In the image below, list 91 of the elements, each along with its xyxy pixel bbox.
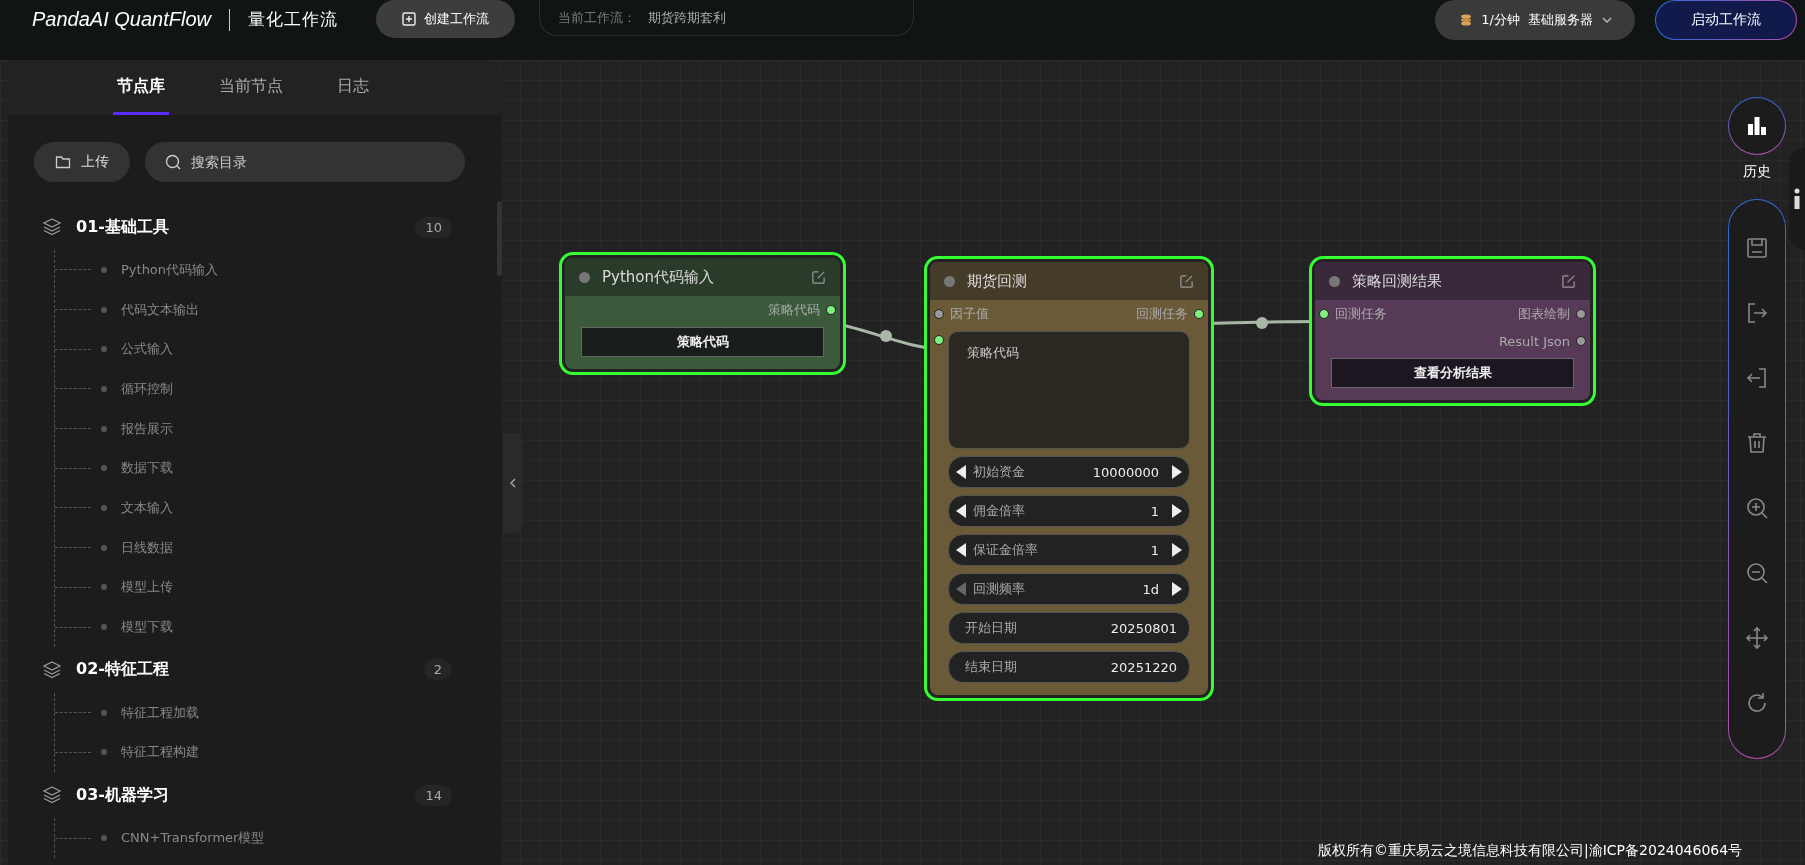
- output-port[interactable]: [1194, 309, 1204, 319]
- app-title: 量化工作流: [248, 8, 338, 31]
- sidebar-tab[interactable]: 日志: [333, 60, 373, 115]
- edit-icon[interactable]: [811, 269, 826, 285]
- current-workflow-label: 当前工作流：: [558, 8, 636, 27]
- search-icon: [165, 154, 181, 170]
- node-action-button[interactable]: 策略代码: [581, 327, 824, 357]
- edit-icon[interactable]: [1179, 273, 1194, 289]
- node-library-item[interactable]: 代码文本输出: [121, 300, 199, 319]
- status-dot: [944, 275, 955, 287]
- server-select[interactable]: 1/分钟 基础服务器: [1435, 0, 1635, 40]
- port-label: 回测任务: [1335, 305, 1387, 323]
- zoom-in-icon[interactable]: [1745, 496, 1769, 520]
- category-title[interactable]: 03-机器学习: [76, 784, 169, 806]
- search-field[interactable]: 搜索目录: [145, 142, 465, 182]
- edit-icon[interactable]: [1561, 273, 1576, 289]
- bar-chart-icon: [1746, 115, 1768, 137]
- move-icon[interactable]: [1745, 626, 1769, 650]
- node-library-item[interactable]: 模型下载: [121, 618, 173, 637]
- start-workflow-button[interactable]: 启动工作流: [1655, 0, 1797, 40]
- current-workflow-name: 期货跨期套利: [648, 8, 726, 27]
- port-label: 策略代码: [768, 301, 820, 319]
- category-title[interactable]: 01-基础工具: [76, 216, 169, 238]
- folder-icon: [55, 154, 71, 170]
- plus-square-icon: [402, 12, 416, 26]
- node-title: 期货回测: [967, 271, 1028, 291]
- app-logo: PandaAI QuantFlow: [32, 8, 211, 31]
- node-library-item[interactable]: 特征工程构建: [121, 743, 199, 762]
- zoom-out-icon[interactable]: [1745, 561, 1769, 585]
- node-library-item[interactable]: 文本输入: [121, 498, 173, 517]
- status-dot: [579, 271, 590, 283]
- node-title: Python代码输入: [602, 267, 715, 287]
- node-library-item[interactable]: 模型上传: [121, 578, 173, 597]
- output-port[interactable]: [1576, 336, 1586, 346]
- copyright-text: 版权所有©重庆易云之境信息科技有限公司|渝ICP备2024046064号: [1318, 842, 1743, 860]
- current-workflow-field[interactable]: 当前工作流： 期货跨期套利: [539, 0, 914, 36]
- code-text-area[interactable]: 策略代码: [948, 331, 1190, 449]
- count-badge: 14: [415, 784, 452, 806]
- layers-icon: [42, 659, 62, 680]
- layers-icon: [42, 785, 62, 806]
- sidebar-tab[interactable]: 节点库: [113, 60, 169, 115]
- input-port[interactable]: [934, 335, 944, 345]
- node-library-item[interactable]: 日线数据: [121, 538, 173, 557]
- node-library-item[interactable]: CNN+Transformer模型: [121, 829, 265, 848]
- increment-arrow-icon[interactable]: [1171, 503, 1183, 519]
- text-field[interactable]: 结束日期 20251220: [948, 651, 1190, 683]
- output-port[interactable]: [1576, 309, 1586, 319]
- create-workflow-button[interactable]: 创建工作流: [376, 0, 515, 38]
- number-stepper[interactable]: 佣金倍率 1: [948, 495, 1190, 527]
- coins-icon: [1459, 13, 1474, 27]
- layers-icon: [42, 217, 62, 237]
- history-label: 历史: [1743, 163, 1771, 181]
- input-port[interactable]: [1319, 309, 1329, 319]
- port-label: 因子值: [950, 305, 989, 323]
- decrement-arrow-icon[interactable]: [955, 542, 967, 558]
- node-title: 策略回测结果: [1352, 271, 1443, 291]
- increment-arrow-icon[interactable]: [1171, 581, 1183, 597]
- port-label: 回测任务: [1136, 305, 1188, 323]
- node-library-item[interactable]: 公式输入: [121, 340, 173, 359]
- status-dot: [1329, 275, 1340, 287]
- input-port[interactable]: [934, 309, 944, 319]
- text-field[interactable]: 开始日期 20250801: [948, 612, 1190, 644]
- refresh-icon[interactable]: [1745, 691, 1769, 715]
- increment-arrow-icon[interactable]: [1171, 464, 1183, 480]
- delete-icon[interactable]: [1745, 431, 1769, 455]
- node-action-button[interactable]: 查看分析结果: [1331, 358, 1574, 388]
- decrement-arrow-icon[interactable]: [955, 503, 967, 519]
- node-library-item[interactable]: 报告展示: [121, 419, 173, 438]
- node-library-item[interactable]: Python代码输入: [121, 260, 219, 279]
- node-library-item[interactable]: 循环控制: [121, 379, 173, 398]
- node-library-item[interactable]: 特征工程加载: [121, 703, 199, 722]
- port-label: Result Json: [1498, 333, 1570, 349]
- output-port[interactable]: [826, 305, 836, 315]
- collapse-sidebar-handle[interactable]: [503, 433, 523, 533]
- import-icon[interactable]: [1745, 366, 1769, 390]
- increment-arrow-icon[interactable]: [1171, 542, 1183, 558]
- save-icon[interactable]: [1745, 236, 1769, 260]
- upload-button[interactable]: 上传: [34, 142, 130, 182]
- count-badge: 2: [423, 659, 452, 681]
- number-stepper[interactable]: 初始资金 10000000: [948, 456, 1190, 488]
- sidebar-tab[interactable]: 当前节点: [215, 60, 287, 115]
- count-badge: 10: [415, 216, 452, 238]
- info-icon: [1793, 188, 1801, 210]
- number-stepper[interactable]: 保证金倍率 1: [948, 534, 1190, 566]
- export-icon[interactable]: [1745, 301, 1769, 325]
- number-stepper[interactable]: 回测频率 1d: [948, 573, 1190, 605]
- category-title[interactable]: 02-特征工程: [76, 659, 169, 681]
- decrement-arrow-icon[interactable]: [955, 464, 967, 480]
- history-button[interactable]: [1728, 97, 1786, 155]
- port-label: 图表绘制: [1518, 305, 1570, 323]
- node-library-item[interactable]: 数据下载: [121, 459, 173, 478]
